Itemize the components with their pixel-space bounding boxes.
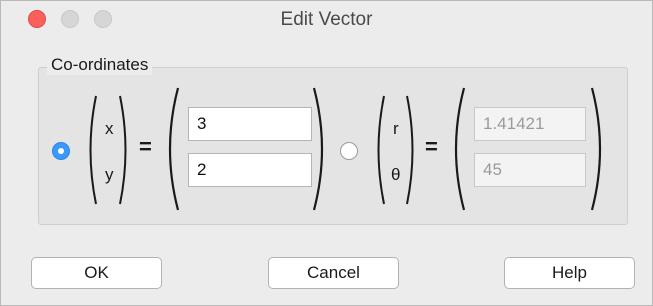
title-bar[interactable]: Edit Vector [1, 1, 652, 38]
help-button[interactable]: Help [504, 257, 635, 289]
polar-equals-sign: = [425, 134, 438, 159]
coordinates-group-label: Co-ordinates [47, 55, 153, 75]
cartesian-radio[interactable] [52, 142, 70, 160]
window-title: Edit Vector [280, 9, 373, 30]
right-paren-icon [119, 95, 127, 205]
left-big-paren-icon [168, 87, 180, 211]
x-label: x [105, 119, 114, 138]
ok-button[interactable]: OK [31, 257, 162, 289]
theta-label: θ [391, 165, 401, 184]
right-big-paren-icon [312, 87, 324, 211]
r-value-input [474, 107, 586, 141]
equals-sign: = [139, 134, 152, 159]
r-label: r [393, 119, 399, 138]
y-label: y [105, 165, 114, 184]
y-value-input[interactable] [188, 153, 312, 187]
polar-left-paren-icon [377, 95, 385, 205]
polar-right-big-paren-icon [590, 87, 602, 211]
edit-vector-dialog: Edit Vector Co-ordinates x y = r θ = OK … [0, 0, 653, 306]
polar-radio[interactable] [340, 142, 358, 160]
x-value-input[interactable] [188, 107, 312, 141]
left-paren-icon [89, 95, 97, 205]
polar-right-paren-icon [406, 95, 414, 205]
cancel-button[interactable]: Cancel [268, 257, 399, 289]
theta-value-input [474, 153, 586, 187]
polar-left-big-paren-icon [454, 87, 466, 211]
